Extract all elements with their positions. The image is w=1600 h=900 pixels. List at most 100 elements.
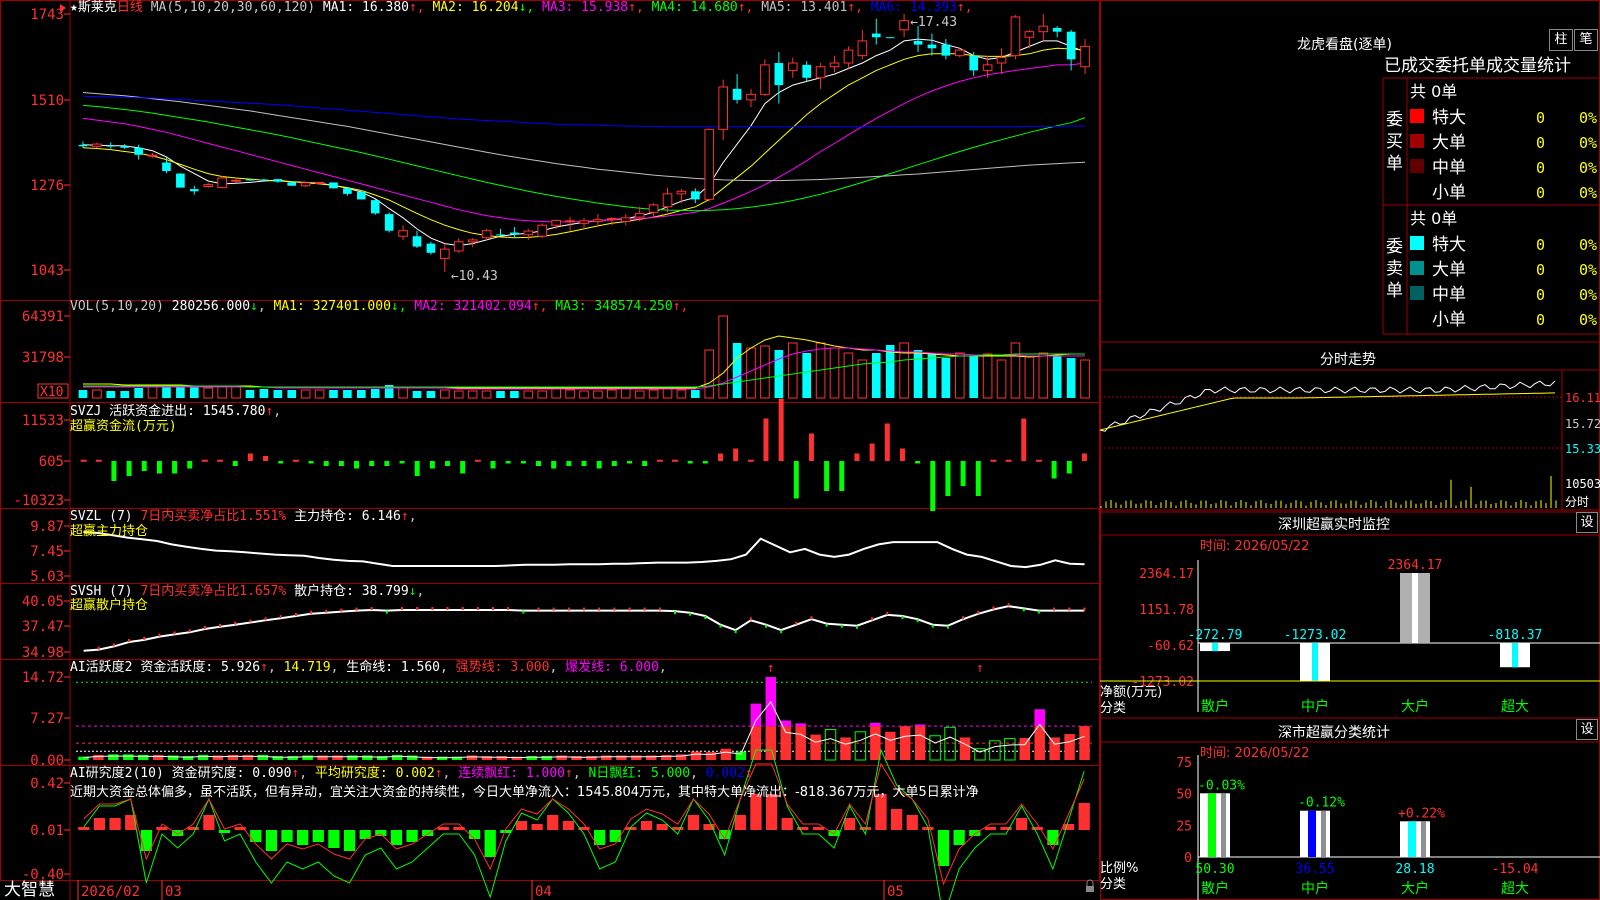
fund-flow-bar <box>854 453 860 461</box>
candle-body <box>941 44 951 56</box>
candle-body <box>982 64 993 71</box>
tab-bar[interactable]: 柱 <box>1549 29 1573 51</box>
stats-value-label: 28.18 <box>1395 862 1434 877</box>
activity-bar <box>944 726 956 761</box>
sell-row-swatch <box>1410 261 1424 275</box>
buy-row-value: 0 <box>1536 109 1545 127</box>
fund-flow-bar <box>642 461 648 466</box>
app-logo[interactable]: 大智慧 <box>4 880 55 900</box>
svzl-header: SVZL (7) 7日内买卖净占比1.551% 主力持仓: 6.146↑, <box>70 509 417 524</box>
intraday-title: 分时走势 <box>1320 352 1376 368</box>
fund-flow-bar <box>1035 459 1042 462</box>
vol-ma-value: MA1: 327401.000 <box>273 299 391 314</box>
candle-body <box>314 181 325 184</box>
research-bar <box>984 827 997 830</box>
candle-body <box>996 56 1007 64</box>
stats-bar-stripe <box>1208 793 1216 857</box>
activity-bar <box>212 755 224 760</box>
svsh-axis-tick: 37.47 <box>22 619 64 635</box>
volume-bar <box>607 389 617 399</box>
svsh-name: SVSH (7) <box>70 584 133 599</box>
fund-flow-bar <box>354 461 360 469</box>
candle-body <box>607 218 617 221</box>
svzl-axis-tick: 7.45 <box>30 544 64 560</box>
research-bar <box>562 821 574 830</box>
ma-line-MA3 <box>82 62 1086 223</box>
volume-bar <box>746 347 756 399</box>
research-bar <box>265 830 278 851</box>
lhb-tabs-head: 已成交委托单成交量统计 <box>1384 55 1571 77</box>
sell-row-pct: 0% <box>1579 236 1597 254</box>
svzj-label: 活跃资金进出: <box>109 404 195 419</box>
sell-row-pct: 0% <box>1579 311 1597 329</box>
volume-bar <box>1010 342 1021 399</box>
research-bar <box>468 830 481 839</box>
volume-bar <box>357 390 366 398</box>
vol-axis-tick: 64391 <box>22 309 64 325</box>
candle-body <box>829 62 840 68</box>
fund-flow-bar <box>80 459 87 462</box>
fund-flow-bar <box>581 461 587 466</box>
activity-bar <box>317 755 328 760</box>
activity-bar <box>123 754 134 760</box>
life-value: 1.560 <box>400 660 441 675</box>
candle-body <box>523 230 534 236</box>
candle-body <box>120 146 130 148</box>
candle-body <box>704 128 715 200</box>
stats-bar <box>1300 810 1330 857</box>
activity-bar-top <box>795 723 806 727</box>
volume-bar <box>996 359 1007 399</box>
fund-flow-bar <box>95 459 102 462</box>
vol-value-arrow: ↓ <box>250 299 258 314</box>
fund-flow-bar <box>474 459 481 462</box>
ai-research-axis-tick: 0.42 <box>30 776 64 792</box>
stats-settings-button[interactable]: 设 <box>1576 719 1598 740</box>
svzj-arrow: ↑ <box>265 404 274 419</box>
monitor-settings-button[interactable]: 设 <box>1576 512 1598 533</box>
activity-bar <box>989 740 1001 761</box>
volume-bar <box>913 350 923 398</box>
stats-bar <box>1200 793 1230 857</box>
activity-bar-top <box>870 722 881 727</box>
candle-body <box>189 189 199 192</box>
ai-research-header: AI研究度2(10) 资金研究度: 0.090↑, 平均研究度: 0.002↑,… <box>70 766 753 781</box>
volume-bar <box>426 391 436 398</box>
activity-bar <box>735 751 747 760</box>
volume-bar <box>648 389 659 399</box>
tab-orders[interactable]: 委托单 <box>1435 56 1486 76</box>
volume-bar <box>329 390 338 398</box>
sell-row-value: 0 <box>1536 311 1545 329</box>
period-label[interactable]: 日线 <box>117 0 143 15</box>
ma-label: MA(5,10,20,30,60,120) <box>150 0 316 15</box>
volume-bar <box>885 345 895 398</box>
volume-bar <box>857 359 868 399</box>
svzj-value: 1545.780 <box>202 404 266 419</box>
volume-bar <box>440 389 450 399</box>
vol-ma-values: MA1: 327401.000↓, MA2: 321402.094↑, MA3:… <box>274 299 689 314</box>
stock-chart-canvas[interactable]: 1743 1510 1276 1043 ←17.43 ←10.43 64391 31798 X1… <box>0 0 1600 900</box>
candle-body <box>343 188 352 194</box>
svsh-axis-tick: 34.98 <box>22 645 64 661</box>
research-bar <box>140 830 152 851</box>
svzj-header: SVZJ 活跃资金进出: 1545.780↑, <box>70 404 282 419</box>
activity-bar <box>929 735 941 761</box>
vol-ma-value: MA2: 321402.094 <box>406 299 532 314</box>
monitor-y-tick: 2364.17 <box>1139 567 1194 582</box>
research-bar <box>406 830 418 842</box>
candle-body <box>593 219 603 223</box>
tab-volume-stats[interactable]: 成交量统计 <box>1486 56 1571 76</box>
tab-pen[interactable]: 笔 <box>1574 29 1598 51</box>
fund-flow-bar <box>839 461 845 491</box>
research-bar <box>1078 803 1090 830</box>
stock-name[interactable]: 斯莱克 <box>78 0 117 15</box>
volume-bar <box>676 389 687 399</box>
stats-category-label: 散户 <box>1201 880 1229 897</box>
tab-executed[interactable]: 已成交 <box>1384 56 1435 76</box>
candle-body <box>662 193 673 208</box>
volume-bar <box>106 391 116 398</box>
volume-bar <box>189 386 199 398</box>
volume-bar <box>134 388 143 398</box>
activity-bar <box>1034 726 1045 760</box>
ma-arrow: ↑, <box>847 0 863 15</box>
activity-bar <box>959 737 971 760</box>
